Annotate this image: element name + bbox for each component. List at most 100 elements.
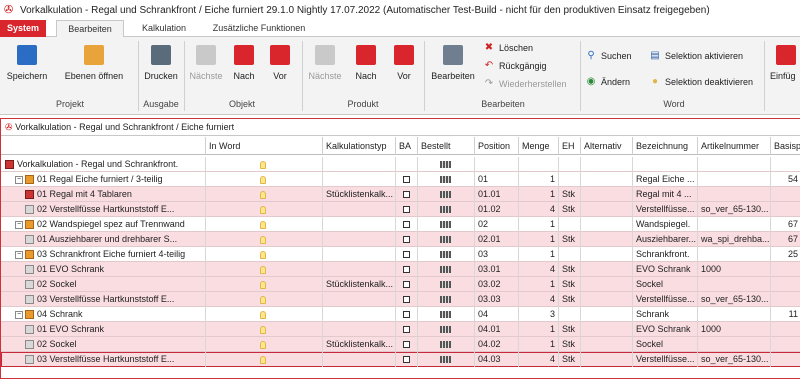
eh-cell[interactable]: Stk — [559, 322, 581, 337]
ebenen-oeffnen-button[interactable]: Ebenen öffnen — [58, 45, 130, 81]
bestellt-cell[interactable] — [418, 307, 475, 322]
ba-cell[interactable] — [396, 172, 418, 187]
tree-cell[interactable]: 02 Sockel — [1, 277, 206, 292]
position-cell[interactable]: 02.01 — [475, 232, 519, 247]
menge-cell[interactable]: 1 — [519, 322, 559, 337]
bezeichnung-cell[interactable]: Verstellfüsse... — [633, 292, 698, 307]
table-row[interactable]: 01 EVO Schrank 04.01 1 Stk EVO Schrank 1000 — [1, 322, 800, 337]
col-bezeichnung[interactable]: Bezeichnung — [633, 137, 698, 155]
ba-checkbox[interactable] — [403, 176, 410, 184]
col-in-word[interactable]: In Word — [206, 137, 323, 155]
col-position[interactable]: Position — [475, 137, 519, 155]
ba-cell[interactable] — [396, 247, 418, 262]
bezeichnung-cell[interactable]: EVO Schrank — [633, 262, 698, 277]
bezeichnung-cell[interactable]: Ausziehbarer... — [633, 232, 698, 247]
bezeichnung-cell[interactable]: EVO Schrank — [633, 322, 698, 337]
ba-checkbox[interactable] — [403, 221, 410, 229]
bezeichnung-cell[interactable]: Verstellfüsse... — [633, 202, 698, 217]
menge-cell[interactable]: 4 — [519, 292, 559, 307]
artikelnummer-cell[interactable] — [698, 187, 771, 202]
in-word-cell[interactable] — [206, 277, 323, 292]
suchen-button[interactable]: ⚲ Suchen — [586, 51, 631, 62]
in-word-cell[interactable] — [206, 187, 323, 202]
rueckgaengig-button[interactable]: ↶ Rückgängig — [484, 61, 547, 72]
artikelnummer-cell[interactable]: so_ver_65-130... — [698, 202, 771, 217]
ba-checkbox[interactable] — [403, 356, 410, 364]
bezeichnung-cell[interactable]: Schrank — [633, 307, 698, 322]
eh-cell[interactable]: Stk — [559, 232, 581, 247]
alternativ-cell[interactable] — [581, 172, 633, 187]
alternativ-cell[interactable] — [581, 292, 633, 307]
in-word-cell[interactable] — [206, 202, 323, 217]
bestellt-cell[interactable] — [418, 202, 475, 217]
basispreis-cell[interactable] — [771, 187, 800, 202]
alternativ-cell[interactable] — [581, 247, 633, 262]
aendern-button[interactable]: ◉ Ändern — [586, 77, 630, 88]
position-cell[interactable]: 04.01 — [475, 322, 519, 337]
bestellt-cell[interactable] — [418, 337, 475, 352]
kalkulationstyp-cell[interactable] — [323, 247, 396, 262]
ba-cell[interactable] — [396, 292, 418, 307]
position-cell[interactable]: 02 — [475, 217, 519, 232]
artikelnummer-cell[interactable] — [698, 337, 771, 352]
bezeichnung-cell[interactable]: Regal Eiche ... — [633, 172, 698, 187]
ba-checkbox[interactable] — [403, 236, 410, 244]
ba-checkbox[interactable] — [403, 266, 410, 274]
position-cell[interactable]: 03.03 — [475, 292, 519, 307]
kalkulationstyp-cell[interactable] — [323, 232, 396, 247]
kalkulationstyp-cell[interactable]: Stücklistenkalk... — [323, 337, 396, 352]
table-row[interactable]: − 01 Regal Eiche furniert / 3-teilig 01 1 Re… — [1, 172, 800, 187]
artikelnummer-cell[interactable]: wa_spi_drehba... — [698, 232, 771, 247]
bezeichnung-cell[interactable]: Regal mit 4 ... — [633, 187, 698, 202]
bezeichnung-cell[interactable] — [633, 157, 698, 172]
kalkulationstyp-cell[interactable] — [323, 322, 396, 337]
eh-cell[interactable] — [559, 217, 581, 232]
position-cell[interactable]: 01.02 — [475, 202, 519, 217]
bestellt-cell[interactable] — [418, 172, 475, 187]
artikelnummer-cell[interactable] — [698, 277, 771, 292]
speichern-button[interactable]: Speichern — [6, 45, 48, 81]
ba-checkbox[interactable] — [403, 341, 410, 349]
produkt-vor-button[interactable]: Vor — [388, 45, 420, 81]
artikelnummer-cell[interactable]: 1000 — [698, 322, 771, 337]
bezeichnung-cell[interactable]: Sockel — [633, 337, 698, 352]
eh-cell[interactable]: Stk — [559, 277, 581, 292]
table-row[interactable]: 01 Ausziehbarer und drehbarer S... 02.01 1… — [1, 232, 800, 247]
basispreis-cell[interactable]: 67 — [771, 232, 800, 247]
eh-cell[interactable]: Stk — [559, 202, 581, 217]
collapse-toggle[interactable]: − — [15, 220, 23, 229]
in-word-cell[interactable] — [206, 322, 323, 337]
objekt-naechste-button[interactable]: Nächste — [188, 45, 224, 81]
menge-cell[interactable]: 1 — [519, 277, 559, 292]
eh-cell[interactable]: Stk — [559, 187, 581, 202]
ba-cell[interactable] — [396, 202, 418, 217]
tree-cell[interactable]: 03 Verstellfüsse Hartkunststoff E... — [1, 292, 206, 307]
in-word-cell[interactable] — [206, 352, 323, 367]
eh-cell[interactable] — [559, 307, 581, 322]
collapse-toggle[interactable]: − — [15, 250, 23, 259]
bestellt-cell[interactable] — [418, 352, 475, 367]
eh-cell[interactable]: Stk — [559, 262, 581, 277]
ba-cell[interactable] — [396, 187, 418, 202]
tree-column-header[interactable] — [1, 137, 206, 155]
basispreis-cell[interactable]: 67 — [771, 217, 800, 232]
artikelnummer-cell[interactable] — [698, 217, 771, 232]
ba-cell[interactable] — [396, 232, 418, 247]
table-row[interactable]: − 04 Schrank 04 3 Schrank 11 — [1, 307, 800, 322]
tree-cell[interactable]: − 01 Regal Eiche furniert / 3-teilig — [1, 172, 206, 187]
ba-checkbox[interactable] — [403, 326, 410, 334]
basispreis-cell[interactable]: 11 — [771, 307, 800, 322]
menge-cell[interactable]: 1 — [519, 172, 559, 187]
col-menge[interactable]: Menge — [519, 137, 559, 155]
eh-cell[interactable] — [559, 157, 581, 172]
col-alternativ[interactable]: Alternativ — [581, 137, 633, 155]
table-row[interactable]: 01 Regal mit 4 Tablaren Stücklistenkalk..… — [1, 187, 800, 202]
col-basispreis[interactable]: Basisp — [771, 137, 800, 155]
tree-cell[interactable]: − 02 Wandspiegel spez auf Trennwand — [1, 217, 206, 232]
ba-checkbox[interactable] — [403, 251, 410, 259]
table-row[interactable]: Vorkalkulation - Regal und Schrankfront. — [1, 157, 800, 172]
kalkulationstyp-cell[interactable] — [323, 262, 396, 277]
in-word-cell[interactable] — [206, 232, 323, 247]
in-word-cell[interactable] — [206, 337, 323, 352]
ba-checkbox[interactable] — [403, 311, 410, 319]
